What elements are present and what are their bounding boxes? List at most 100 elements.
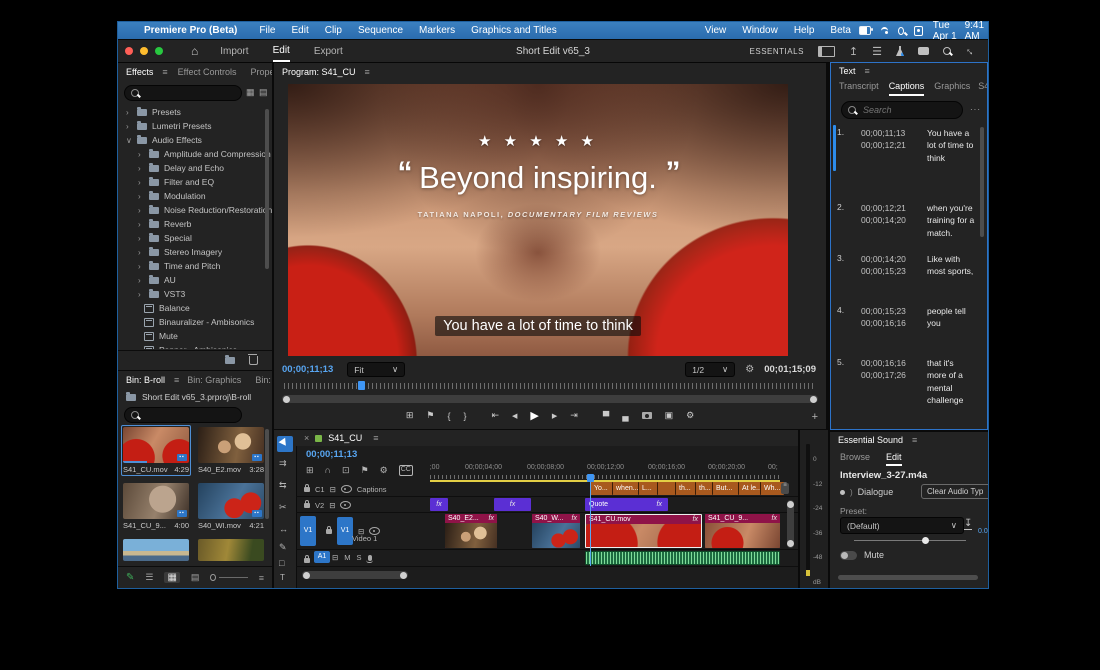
- scrollbar-bottom-handle[interactable]: [787, 540, 794, 547]
- menu-date[interactable]: Tue Apr 1: [933, 20, 961, 42]
- caption-row-4[interactable]: 4. 00;00;15;2300;00;16;16 people tell yo…: [837, 305, 975, 330]
- timeline-settings-icon[interactable]: ⚙: [380, 465, 388, 476]
- clip-thumbnail[interactable]: ▪▪: [198, 427, 264, 463]
- battery-icon[interactable]: [859, 26, 871, 35]
- caption-clip[interactable]: when...: [612, 482, 641, 495]
- caption-track-options-icon[interactable]: ≡: [781, 483, 789, 494]
- lock-icon[interactable]: [304, 503, 310, 508]
- freeform-view-icon[interactable]: ▤: [191, 572, 200, 583]
- timeline-ruler[interactable]: ;00;00 00;00;04;00 00;00;08;00 00;00;12;…: [430, 462, 780, 480]
- v2-track-header[interactable]: V2 ⊟: [296, 498, 430, 512]
- tree-item-lumetri-presets[interactable]: ›Lumetri Presets: [118, 119, 272, 133]
- fullscreen-icon[interactable]: ↔: [962, 43, 978, 59]
- rectangle-tool[interactable]: □: [279, 558, 284, 568]
- thumbnail-view-icon[interactable]: ▦: [164, 572, 179, 583]
- filter-32bit-icon[interactable]: ▤: [259, 87, 268, 98]
- clip-thumbnail[interactable]: [198, 539, 264, 561]
- chevron-right-icon[interactable]: ›: [138, 206, 144, 215]
- track-select-tool[interactable]: ⇉: [279, 458, 287, 469]
- share-icon[interactable]: ↥: [849, 45, 858, 58]
- zoom-level-dropdown[interactable]: Fit∨: [347, 362, 405, 377]
- track-target[interactable]: V1: [337, 517, 353, 545]
- timeline-playhead-line[interactable]: [590, 474, 591, 566]
- chevron-right-icon[interactable]: ›: [138, 234, 144, 243]
- search-options-icon[interactable]: ···: [970, 105, 981, 114]
- comparison-view-icon[interactable]: ⊞: [406, 410, 414, 421]
- timeline-h-scrollbar[interactable]: [302, 571, 408, 579]
- mark-out-icon[interactable]: }: [463, 411, 466, 421]
- program-video-frame[interactable]: ★ ★ ★ ★ ★ “ Beyond inspiring. ” TATIANA …: [288, 84, 788, 356]
- caption-text[interactable]: Like with most sports,: [927, 253, 975, 278]
- audio-clip[interactable]: [585, 551, 780, 565]
- scrollbar-right-handle[interactable]: [810, 396, 817, 403]
- go-to-in-icon[interactable]: ⇤: [491, 410, 499, 421]
- effects-search-input[interactable]: [144, 87, 235, 99]
- snap-magnet-icon[interactable]: ∩: [325, 465, 332, 476]
- captions-track-header[interactable]: C1 ⊟ Captions: [296, 482, 430, 496]
- tab-export[interactable]: Export: [314, 42, 343, 61]
- panel-menu-icon[interactable]: ≡: [162, 67, 167, 77]
- tab-bin-audio[interactable]: Bin: Au: [255, 375, 272, 385]
- caption-text[interactable]: You have a lot of time to think: [927, 127, 975, 164]
- mute-toggle[interactable]: [840, 551, 857, 560]
- scrollbar-left-handle[interactable]: [283, 396, 290, 403]
- zoom-window-button[interactable]: [155, 47, 163, 55]
- tree-item-stereo-imagery[interactable]: ›Stereo Imagery: [118, 245, 272, 259]
- chevron-right-icon[interactable]: ›: [138, 290, 144, 299]
- pen-tool[interactable]: ✎: [279, 542, 287, 553]
- tree-item-special[interactable]: ›Special: [118, 231, 272, 245]
- save-preset-icon[interactable]: ↧: [964, 518, 972, 530]
- tab-effects[interactable]: Effects: [126, 67, 153, 77]
- caption-clip[interactable]: Yo...: [590, 482, 614, 495]
- menu-file[interactable]: File: [259, 25, 275, 36]
- tree-item-au[interactable]: ›AU: [118, 273, 272, 287]
- playback-resolution-dropdown[interactable]: 1/2∨: [685, 362, 735, 377]
- caption-timecodes[interactable]: 00;00;14;2000;00;15;23: [861, 253, 919, 278]
- sequence-tab[interactable]: S41_CU: [328, 433, 362, 443]
- workspace-label[interactable]: ESSENTIALS: [750, 47, 804, 56]
- tree-item-modulation[interactable]: ›Modulation: [118, 189, 272, 203]
- search-icon[interactable]: [943, 47, 951, 55]
- menu-clip[interactable]: Clip: [325, 25, 342, 36]
- video-clip[interactable]: S40_E2...fx: [445, 514, 497, 548]
- tree-item-delay-echo[interactable]: ›Delay and Echo: [118, 161, 272, 175]
- timeline-v-scrollbar[interactable]: [787, 500, 794, 548]
- tab-edit[interactable]: Edit: [273, 41, 290, 62]
- zoom-slider-handle[interactable]: [210, 574, 216, 581]
- tree-item-time-pitch[interactable]: ›Time and Pitch: [118, 259, 272, 273]
- go-to-out-icon[interactable]: ⇥: [570, 410, 578, 421]
- voiceover-mic-icon[interactable]: [368, 555, 372, 561]
- clip-thumbnail[interactable]: [123, 539, 189, 561]
- volume-slider-track[interactable]: [854, 540, 966, 541]
- audio-type-label[interactable]: Dialogue: [858, 487, 894, 497]
- insert-icon[interactable]: ⊟: [332, 553, 338, 562]
- scrollbar-top-handle[interactable]: [787, 501, 794, 508]
- chevron-down-icon[interactable]: ∨: [126, 136, 132, 145]
- nest-icon[interactable]: ⊞: [306, 465, 314, 476]
- v1-source-patch[interactable]: V1: [300, 516, 316, 546]
- caption-clip[interactable]: th...: [675, 482, 697, 495]
- a1-track-header[interactable]: ⊟ M S: [332, 551, 430, 564]
- chevron-right-icon[interactable]: ›: [138, 248, 144, 257]
- selection-tool[interactable]: [277, 436, 293, 452]
- step-back-icon[interactable]: ◀: [512, 412, 517, 420]
- tab-properties[interactable]: Propertie: [251, 67, 273, 77]
- essential-sound-title[interactable]: Essential Sound: [838, 435, 903, 445]
- bin-item[interactable]: ▪▪ S40_E2.mov3:28: [198, 427, 264, 474]
- video-clip-selected[interactable]: S41_CU.movfx: [585, 514, 702, 548]
- home-icon[interactable]: ⌂: [191, 44, 198, 58]
- tab-captions[interactable]: Captions: [889, 81, 925, 96]
- button-editor-gear-icon[interactable]: ⚙: [686, 410, 694, 421]
- caption-timecodes[interactable]: 00;00;12;2100;00;14;20: [861, 202, 919, 239]
- minimize-window-button[interactable]: [140, 47, 148, 55]
- effects-search[interactable]: [124, 85, 242, 101]
- program-zoom-scrollbar[interactable]: [282, 395, 818, 403]
- tree-item-binauralizer[interactable]: Binauralizer - Ambisonics: [118, 315, 272, 329]
- caption-timecodes[interactable]: 00;00;15;2300;00;16;16: [861, 305, 919, 330]
- volume-slider-handle[interactable]: [922, 537, 929, 544]
- app-menu[interactable]: Premiere Pro (Beta): [144, 25, 237, 36]
- tree-item-balance[interactable]: Balance: [118, 301, 272, 315]
- razor-tool[interactable]: ✂: [279, 502, 287, 513]
- tree-item-amplitude[interactable]: ›Amplitude and Compression: [118, 147, 272, 161]
- type-tool[interactable]: T: [280, 573, 285, 582]
